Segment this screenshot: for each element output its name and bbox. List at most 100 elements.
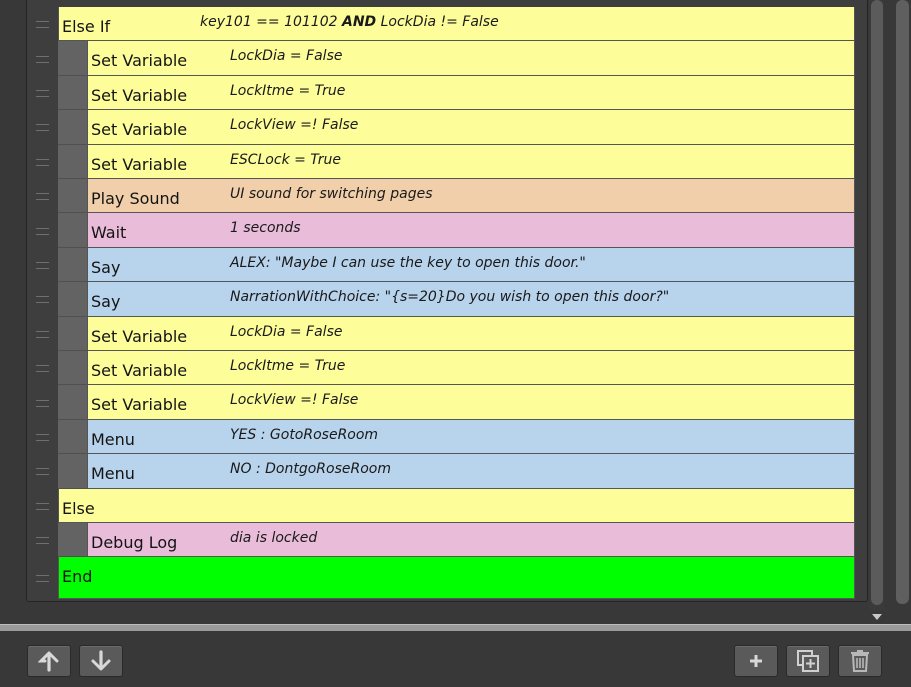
command-summary: NO : DontgoRoseRoom	[230, 461, 391, 478]
command-row[interactable]: Wait 1 seconds	[27, 213, 867, 248]
command-cell[interactable]: Say ALEX: "Maybe I can use the key to ope…	[87, 247, 855, 283]
indent-block	[58, 282, 87, 317]
command-row[interactable]: Else If key101 == 101102 AND LockDia != F…	[27, 7, 867, 42]
command-row[interactable]: Menu YES : GotoRoseRoom	[27, 419, 867, 455]
grip-lines-icon	[36, 399, 49, 407]
command-name: Set Variable	[91, 395, 188, 415]
command-cell[interactable]: Menu NO : DontgoRoseRoom	[87, 454, 855, 489]
grip-lines-icon	[36, 330, 49, 338]
grip-lines-icon	[36, 365, 49, 373]
command-name: Say	[91, 292, 121, 312]
command-summary: UI sound for switching pages	[230, 186, 433, 202]
drag-handle-icon[interactable]	[27, 179, 57, 213]
duplicate-icon	[797, 650, 819, 672]
command-row[interactable]: Else	[27, 488, 867, 523]
drag-handle-icon[interactable]	[27, 420, 57, 454]
command-list-panel: Else If key101 == 101102 AND LockDia != F…	[26, 0, 868, 602]
drag-handle-icon[interactable]	[27, 213, 57, 247]
drag-handle-icon[interactable]	[27, 145, 57, 179]
grip-lines-icon	[36, 502, 49, 510]
arrow-down-icon	[91, 650, 111, 671]
drag-handle-icon[interactable]	[27, 557, 57, 599]
command-row[interactable]: End	[27, 557, 867, 600]
command-summary: YES : GotoRoseRoom	[230, 426, 379, 443]
indent-block	[58, 213, 87, 248]
move-down-button[interactable]	[79, 645, 123, 677]
drag-handle-icon[interactable]	[27, 489, 57, 523]
command-cell[interactable]: Else If key101 == 101102 AND LockDia != F…	[58, 7, 855, 42]
command-cell[interactable]: Menu YES : GotoRoseRoom	[87, 419, 855, 455]
command-name: Play Sound	[91, 189, 180, 208]
command-row[interactable]: Say NarrationWithChoice: "{s=20}Do you wi…	[27, 282, 867, 317]
command-list-scroll-thumb[interactable]	[871, 0, 883, 605]
indent-block	[58, 523, 87, 558]
drag-handle-icon[interactable]	[27, 523, 57, 557]
drag-handle-icon[interactable]	[27, 282, 57, 316]
command-summary: LockDia = False	[230, 48, 343, 65]
command-row[interactable]: Set Variable ESCLock = True	[27, 144, 867, 179]
command-name: Debug Log	[91, 533, 178, 552]
command-row[interactable]: Set Variable LockDia = False	[27, 316, 867, 351]
grip-lines-icon	[36, 468, 49, 476]
command-name: Menu	[91, 464, 135, 484]
drag-handle-icon[interactable]	[27, 110, 57, 144]
drag-handle-icon[interactable]	[27, 76, 57, 110]
command-cell[interactable]: Set Variable LockItme = True	[87, 75, 855, 111]
grip-lines-icon	[36, 158, 49, 166]
command-cell[interactable]: Set Variable LockView =! False	[87, 385, 855, 420]
grip-lines-icon	[36, 89, 49, 97]
command-row[interactable]: Say ALEX: "Maybe I can use the key to ope…	[27, 247, 867, 283]
command-row[interactable]: Set Variable LockView =! False	[27, 110, 867, 145]
command-row[interactable]: Set Variable LockView =! False	[27, 385, 867, 420]
command-row[interactable]: Menu NO : DontgoRoseRoom	[27, 454, 867, 489]
command-row[interactable]: Debug Log dia is locked	[27, 523, 867, 558]
command-row[interactable]: Play Sound UI sound for switching pages	[27, 179, 867, 214]
command-name: Menu	[91, 429, 135, 449]
command-row[interactable]: Set Variable LockItme = True	[27, 75, 867, 111]
delete-command-button[interactable]	[838, 645, 882, 677]
command-cell[interactable]: Set Variable ESCLock = True	[87, 144, 855, 179]
command-cell[interactable]: Set Variable LockDia = False	[87, 41, 855, 76]
drag-handle-icon[interactable]	[27, 454, 57, 488]
command-summary: ESCLock = True	[230, 151, 342, 168]
grip-lines-icon	[36, 55, 49, 63]
command-summary: LockItme = True	[230, 358, 346, 374]
command-cell[interactable]: Wait 1 seconds	[87, 213, 855, 248]
command-row[interactable]: Set Variable LockItme = True	[27, 351, 867, 386]
grip-lines-icon	[36, 296, 49, 304]
command-cell[interactable]: Set Variable LockDia = False	[87, 316, 855, 351]
scroll-down-arrow-icon[interactable]	[872, 614, 882, 620]
indent-block	[58, 41, 87, 76]
drag-handle-icon[interactable]	[27, 248, 57, 282]
arrow-up-icon	[38, 651, 59, 672]
command-cell[interactable]: Set Variable LockView =! False	[87, 110, 855, 145]
drag-handle-icon[interactable]	[27, 7, 57, 41]
drag-handle-icon[interactable]	[27, 41, 57, 75]
command-name: Say	[91, 257, 121, 277]
drag-handle-icon[interactable]	[27, 351, 57, 385]
drag-handle-icon[interactable]	[27, 317, 57, 351]
grip-lines-icon	[36, 227, 49, 235]
indent-block	[58, 454, 87, 489]
command-cell[interactable]: Set Variable LockItme = True	[87, 351, 855, 386]
grip-lines-icon	[36, 261, 49, 269]
command-name: Set Variable	[91, 51, 188, 71]
command-name: Set Variable	[91, 326, 188, 346]
command-cell[interactable]: Debug Log dia is locked	[87, 523, 855, 558]
move-up-button[interactable]	[27, 645, 71, 677]
inspector-scrollbar[interactable]	[896, 0, 909, 604]
command-row[interactable]: Set Variable LockDia = False	[27, 41, 867, 76]
command-cell[interactable]: End	[58, 557, 855, 600]
add-command-button[interactable]	[734, 645, 778, 677]
command-summary: dia is locked	[230, 530, 318, 546]
command-cell[interactable]: Say NarrationWithChoice: "{s=20}Do you wi…	[87, 282, 855, 317]
command-name: End	[62, 567, 93, 587]
command-cell[interactable]: Play Sound UI sound for switching pages	[87, 179, 855, 214]
command-name: Set Variable	[91, 361, 188, 380]
duplicate-command-button[interactable]	[786, 645, 830, 677]
drag-handle-icon[interactable]	[27, 385, 57, 419]
command-name: Else If	[62, 17, 111, 36]
command-name: Else	[62, 498, 95, 518]
grip-lines-icon	[36, 21, 49, 29]
command-cell[interactable]: Else	[58, 488, 855, 523]
